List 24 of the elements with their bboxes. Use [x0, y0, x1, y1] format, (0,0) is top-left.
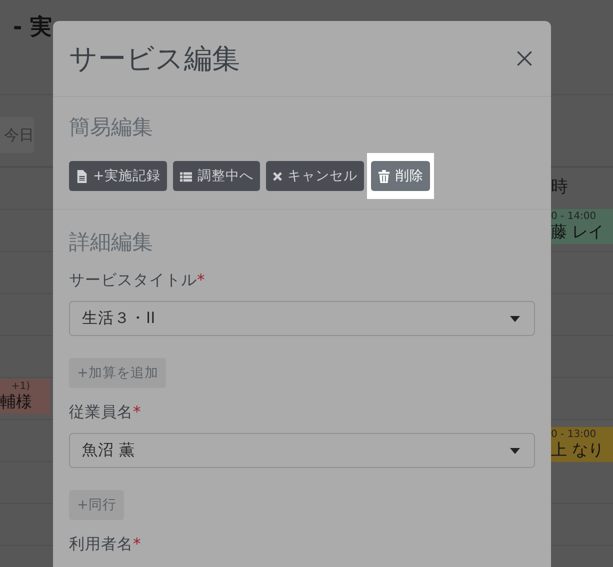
field-label: サービスタイトル* — [69, 270, 206, 291]
calendar-event[interactable]: +1) 輔様 — [0, 379, 50, 414]
calendar-event[interactable]: 0 - 13:00 上 なり — [551, 427, 613, 462]
section-heading: 簡易編集 — [69, 114, 154, 141]
column-header: 時 — [551, 176, 568, 198]
section-heading: 詳細編集 — [69, 229, 154, 256]
action-button[interactable]: 調整中へ — [173, 161, 260, 191]
caret-icon — [510, 316, 520, 322]
select-field[interactable]: 魚沼 薫 — [69, 433, 535, 468]
field-label: 利用者名* — [69, 534, 142, 555]
page-title: - 実 — [13, 14, 52, 42]
action-button[interactable]: +実施記録 — [69, 161, 168, 191]
select-field[interactable]: 生活３・II — [69, 301, 535, 336]
modal-title: サービス編集 — [69, 40, 240, 76]
action-button[interactable]: 削除 — [371, 161, 430, 191]
list-icon — [180, 170, 192, 182]
cross-icon — [273, 172, 282, 180]
action-button[interactable]: キャンセル — [266, 161, 364, 191]
document-icon — [76, 170, 88, 182]
calendar-event[interactable]: 0 - 14:00 藤 レイ — [551, 209, 613, 244]
trash-icon — [378, 170, 390, 182]
close-icon[interactable] — [516, 50, 533, 67]
caret-icon — [510, 448, 520, 454]
field-label: 従業員名* — [69, 402, 142, 423]
